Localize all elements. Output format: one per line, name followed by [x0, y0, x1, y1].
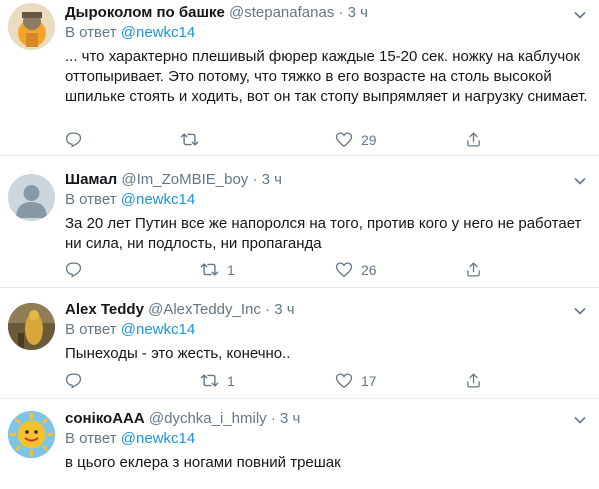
- author-handle[interactable]: @Im_ZoMBIE_boy: [121, 171, 248, 188]
- reply-mention[interactable]: @newkc14: [121, 321, 195, 338]
- separator-dot: ·: [265, 301, 271, 318]
- avatar[interactable]: [8, 411, 55, 458]
- retweet-icon: [180, 133, 199, 146]
- heart-icon: [335, 262, 353, 278]
- reply-context: В ответ @newkc14: [65, 320, 589, 340]
- chevron-down-icon[interactable]: [573, 413, 587, 427]
- tweet-header: сонікоААА @dychka_i_hmily · 3 ч: [65, 409, 589, 429]
- reply-icon: [65, 373, 82, 389]
- retweet-count: 1: [227, 372, 235, 389]
- tweet-time[interactable]: 3 ч: [348, 4, 368, 21]
- tweet-actions: 1 26: [65, 261, 525, 281]
- share-icon: [467, 373, 480, 388]
- avatar-image: [8, 411, 55, 458]
- reply-button[interactable]: [65, 131, 82, 148]
- author-name[interactable]: Alex Teddy: [65, 301, 144, 318]
- tweet-header: Дыроколом по башке @stepanafanas · 3 ч: [65, 3, 589, 23]
- avatar[interactable]: [8, 3, 55, 50]
- reply-button[interactable]: [65, 372, 82, 389]
- author-name[interactable]: Дыроколом по башке: [65, 4, 225, 21]
- tweet-time[interactable]: 3 ч: [262, 171, 282, 188]
- default-avatar-icon: [8, 174, 55, 221]
- share-icon: [467, 262, 480, 277]
- reply-context: В ответ @newkc14: [65, 190, 589, 210]
- author-handle[interactable]: @AlexTeddy_Inc: [148, 301, 261, 318]
- like-button[interactable]: 17: [335, 372, 377, 389]
- share-button[interactable]: [465, 372, 482, 389]
- tweet[interactable]: сонікоААА @dychka_i_hmily · 3 ч В ответ …: [0, 399, 599, 489]
- like-count: 17: [361, 372, 377, 389]
- tweet-actions: 1 17: [65, 372, 525, 392]
- retweet-button[interactable]: [180, 131, 207, 148]
- reply-prefix: В ответ: [65, 321, 117, 338]
- tweet[interactable]: Дыроколом по башке @stepanafanas · 3 ч В…: [0, 0, 599, 156]
- reply-icon: [65, 262, 82, 278]
- reply-prefix: В ответ: [65, 191, 117, 208]
- chevron-down-icon[interactable]: [573, 8, 587, 22]
- avatar[interactable]: [8, 174, 55, 221]
- retweet-icon: [200, 374, 219, 387]
- retweet-button[interactable]: 1: [200, 372, 235, 389]
- tweet[interactable]: Alex Teddy @AlexTeddy_Inc · 3 ч В ответ …: [0, 288, 599, 399]
- reply-prefix: В ответ: [65, 430, 117, 447]
- reply-button[interactable]: [65, 261, 82, 278]
- author-handle[interactable]: @dychka_i_hmily: [149, 410, 267, 427]
- share-button[interactable]: [465, 131, 482, 148]
- reply-mention[interactable]: @newkc14: [121, 24, 195, 41]
- author-handle[interactable]: @stepanafanas: [229, 4, 334, 21]
- reply-mention[interactable]: @newkc14: [121, 430, 195, 447]
- tweet-header: Alex Teddy @AlexTeddy_Inc · 3 ч: [65, 300, 589, 320]
- reply-context: В ответ @newkc14: [65, 23, 589, 43]
- separator-dot: ·: [252, 171, 258, 188]
- like-count: 26: [361, 261, 377, 278]
- tweet-text: ... что характерно плешивый фюрер каждые…: [65, 48, 588, 105]
- like-button[interactable]: 26: [335, 261, 377, 278]
- reply-icon: [65, 132, 82, 148]
- like-count: 29: [361, 131, 377, 148]
- share-button[interactable]: [465, 261, 482, 278]
- heart-icon: [335, 132, 353, 148]
- retweet-button[interactable]: 1: [200, 261, 235, 278]
- retweet-icon: [200, 263, 219, 276]
- tweet-time[interactable]: 3 ч: [280, 410, 300, 427]
- tweet-time[interactable]: 3 ч: [274, 301, 294, 318]
- avatar[interactable]: [8, 303, 55, 350]
- tweet-actions: 29: [65, 131, 525, 151]
- retweet-count: 1: [227, 261, 235, 278]
- tweet[interactable]: Шамал @Im_ZoMBIE_boy · 3 ч В ответ @newk…: [0, 156, 599, 288]
- tweet-text: в цього еклера з ногами повний трешак: [65, 454, 341, 471]
- avatar-image: [8, 303, 55, 350]
- like-button[interactable]: 29: [335, 131, 377, 148]
- reply-prefix: В ответ: [65, 24, 117, 41]
- avatar-image: [8, 3, 55, 50]
- reply-context: В ответ @newkc14: [65, 429, 589, 449]
- separator-dot: ·: [338, 4, 344, 21]
- tweet-text: Пынеходы - это жесть, конечно..: [65, 345, 291, 362]
- chevron-down-icon[interactable]: [573, 174, 587, 188]
- separator-dot: ·: [270, 410, 276, 427]
- reply-mention[interactable]: @newkc14: [121, 191, 195, 208]
- share-icon: [467, 132, 480, 147]
- tweet-header: Шамал @Im_ZoMBIE_boy · 3 ч: [65, 170, 589, 190]
- heart-icon: [335, 373, 353, 389]
- author-name[interactable]: сонікоААА: [65, 410, 145, 427]
- tweet-text: За 20 лет Путин все же напоролся на того…: [65, 215, 582, 252]
- chevron-down-icon[interactable]: [573, 304, 587, 318]
- author-name[interactable]: Шамал: [65, 171, 117, 188]
